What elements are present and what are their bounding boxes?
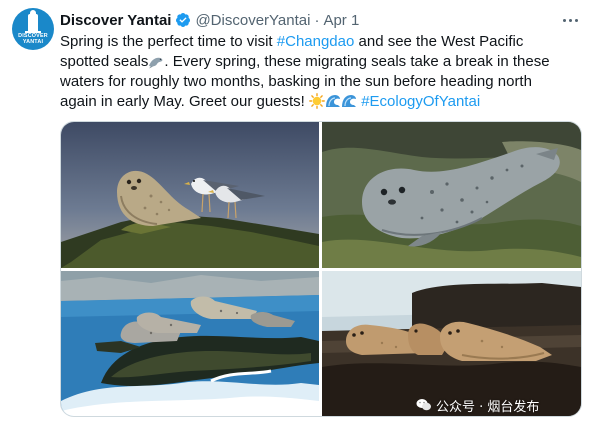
wave-emoji-icon bbox=[342, 95, 357, 107]
display-name[interactable]: Discover Yantai bbox=[60, 12, 171, 29]
lighthouse-icon bbox=[25, 10, 41, 33]
handle[interactable]: @DiscoverYantai bbox=[195, 12, 310, 29]
seal-emoji-icon bbox=[149, 57, 163, 69]
photo-seal-closeup[interactable] bbox=[322, 122, 581, 268]
more-options-icon[interactable] bbox=[560, 10, 580, 30]
wave-emoji-icon bbox=[326, 95, 341, 107]
verified-badge-icon[interactable] bbox=[175, 12, 191, 28]
hashtag-changdao[interactable]: #Changdao bbox=[277, 33, 355, 50]
avatar[interactable]: DISCOVER YANTAI bbox=[12, 8, 54, 50]
wechat-icon bbox=[416, 399, 431, 411]
hashtag-ecologyofyantai[interactable]: #EcologyOfYantai bbox=[361, 93, 480, 110]
photo-seal-with-gulls[interactable] bbox=[61, 122, 319, 268]
media-grid bbox=[60, 121, 582, 417]
photo-seals-coast[interactable] bbox=[61, 271, 319, 416]
tweet-card[interactable]: DISCOVER YANTAI Discover Yantai @Discove… bbox=[0, 0, 597, 431]
tweet-text: Spring is the perfect time to visit #Cha… bbox=[60, 32, 565, 112]
avatar-text-line2: YANTAI bbox=[22, 39, 44, 45]
text-segment: Spring is the perfect time to visit bbox=[60, 33, 277, 50]
watermark-text: 公众号 · 烟台发布 bbox=[436, 399, 540, 415]
tweet-header: Discover Yantai @DiscoverYantai · Apr 1 bbox=[60, 10, 359, 30]
tweet-body: Spring is the perfect time to visit #Cha… bbox=[60, 32, 565, 112]
separator-dot: · bbox=[314, 11, 320, 29]
photo-seals-group[interactable] bbox=[322, 271, 581, 416]
watermark: 公众号 · 烟台发布 bbox=[416, 396, 540, 415]
post-date[interactable]: Apr 1 bbox=[323, 12, 359, 29]
sun-emoji-icon bbox=[309, 93, 325, 109]
